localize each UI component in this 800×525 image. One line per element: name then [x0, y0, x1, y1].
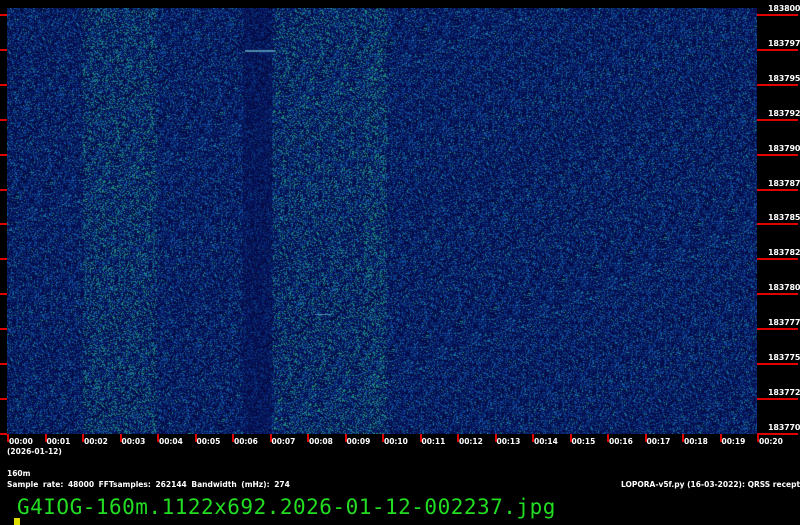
- freq-tick-left: [0, 258, 7, 261]
- band-label: 160m: [7, 469, 31, 478]
- freq-tick: [757, 363, 798, 365]
- time-label: 00:00: [9, 437, 33, 446]
- date-label: (2026-01-12): [7, 447, 62, 456]
- time-label: 00:18: [684, 437, 708, 446]
- freq-tick: [757, 83, 798, 86]
- freq-tick: [757, 48, 798, 51]
- freq-label: 1838000: [768, 4, 800, 13]
- time-label: 00:15: [571, 437, 596, 446]
- freq-label: 1837775: [768, 318, 800, 328]
- freq-label: 1837875: [768, 178, 800, 188]
- time-label: 00:14: [534, 437, 558, 446]
- time-label: 00:17: [646, 437, 671, 446]
- freq-tick: [757, 397, 798, 400]
- freq-label: 1837900: [768, 143, 800, 153]
- freq-tick: [757, 14, 798, 16]
- freq-tick: [757, 258, 798, 261]
- freq-tick-left: [0, 14, 7, 16]
- time-label: 00:16: [609, 437, 633, 446]
- freq-tick-left: [0, 397, 7, 400]
- info-label: Sample rate: 48000 FFTsamples: 262144 Ba…: [7, 480, 290, 489]
- freq-label: 1837975: [768, 38, 800, 48]
- time-label: 00:11: [421, 437, 446, 446]
- time-label: 00:09: [346, 437, 371, 446]
- time-label: 00:03: [121, 437, 146, 446]
- freq-tick: [757, 153, 798, 156]
- freq-tick-left: [0, 153, 7, 156]
- freq-tick: [757, 293, 798, 296]
- freq-tick: [757, 328, 798, 331]
- filename-title: G4IOG-160m.1122x692.2026-01-12-002237.jp…: [17, 495, 556, 519]
- time-label: 00:06: [234, 437, 258, 446]
- freq-label: 1837700: [768, 422, 800, 432]
- freq-tick-left: [0, 328, 7, 331]
- freq-tick: [757, 118, 798, 121]
- freq-tick-left: [0, 188, 7, 191]
- freq-tick: [757, 188, 798, 191]
- freq-tick-left: [0, 432, 7, 435]
- freq-tick-left: [0, 48, 7, 51]
- freq-tick-left: [0, 363, 7, 365]
- time-label: 00:10: [384, 437, 408, 446]
- software-label: LOPORA-v5f.py (16-03-2022): QRSS recepti…: [621, 480, 800, 489]
- freq-label: 1837825: [768, 248, 800, 258]
- waterfall-spectrogram: [7, 8, 757, 434]
- freq-tick-left: [0, 83, 7, 86]
- freq-label: 1837725: [768, 387, 800, 397]
- time-label: 00:12: [459, 437, 483, 446]
- freq-tick-left: [0, 118, 7, 121]
- freq-label: 1837750: [768, 353, 800, 362]
- time-label: 00:07: [271, 437, 296, 446]
- freq-label: 1837925: [768, 108, 800, 118]
- text-cursor: [14, 518, 20, 525]
- time-label: 00:02: [84, 437, 108, 446]
- time-label: 00:04: [159, 437, 183, 446]
- freq-label: 1837850: [768, 213, 800, 223]
- time-label: 00:01: [46, 437, 71, 446]
- freq-tick-left: [0, 223, 7, 226]
- time-label: 00:19: [721, 437, 746, 446]
- freq-tick: [757, 223, 798, 226]
- time-label: 00:05: [196, 437, 221, 446]
- freq-tick-left: [0, 293, 7, 296]
- freq-label: 1837950: [768, 73, 800, 83]
- time-label: 00:20: [759, 437, 783, 446]
- time-label: 00:08: [309, 437, 333, 446]
- time-label: 00:13: [496, 437, 521, 446]
- freq-label: 1837800: [768, 283, 800, 293]
